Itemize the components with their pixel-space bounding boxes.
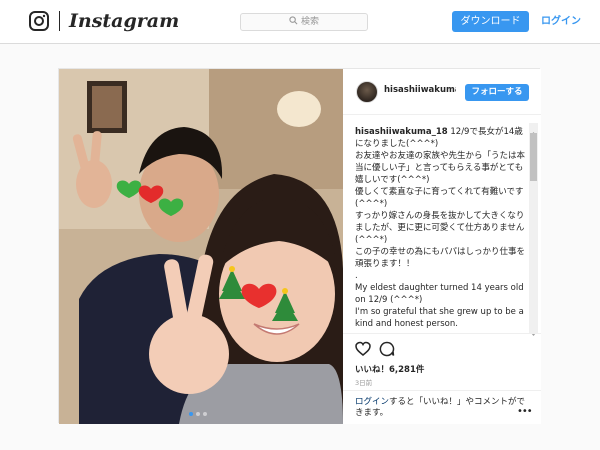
post-time[interactable]: 3日前 xyxy=(355,377,372,387)
search-placeholder: 検索 xyxy=(300,17,319,27)
top-nav: Instagram 検索 ダウンロード ログイン xyxy=(0,0,600,44)
caption-text: 12/9で長女が14歳になりました(^^^*) お友達やお友達の家族や先生から「… xyxy=(355,127,526,329)
scroll-down-arrow-icon[interactable] xyxy=(529,324,538,336)
comment-icon[interactable] xyxy=(379,341,395,357)
nav-divider xyxy=(59,11,60,31)
post-actions: いいね！6,281件 3日前 ログインすると「いいね！」やコメントができます。 … xyxy=(343,333,541,424)
login-link[interactable]: ログイン xyxy=(541,11,581,32)
login-prompt: ログインすると「いいね！」やコメントができます。 xyxy=(343,390,541,425)
likes-count[interactable]: いいね！6,281件 xyxy=(355,363,424,375)
follow-button[interactable]: フォローする xyxy=(465,84,529,101)
post-side-panel: hisashiiwakuma_18 フォローする hisashiiwakuma_… xyxy=(343,69,541,424)
instagram-camera-icon[interactable] xyxy=(29,11,49,31)
download-button[interactable]: ダウンロード xyxy=(452,11,529,32)
post-header: hisashiiwakuma_18 フォローする xyxy=(343,69,541,115)
scrollbar-thumb[interactable] xyxy=(530,133,537,181)
search-icon xyxy=(289,16,298,25)
scroll-up-arrow-icon[interactable] xyxy=(529,123,538,135)
caption-username[interactable]: hisashiiwakuma_18 xyxy=(355,127,448,137)
more-options-icon[interactable]: ••• xyxy=(517,406,533,417)
selfie-image xyxy=(59,69,343,424)
login-prompt-link[interactable]: ログイン xyxy=(355,397,389,407)
heart-icon[interactable] xyxy=(355,341,371,357)
post-caption: hisashiiwakuma_18 12/9で長女が14歳になりました(^^^*… xyxy=(355,126,527,330)
post-photo[interactable] xyxy=(59,69,343,424)
carousel-dots xyxy=(189,412,213,418)
instagram-logo[interactable]: Instagram xyxy=(69,8,179,34)
post-card: hisashiiwakuma_18 フォローする hisashiiwakuma_… xyxy=(58,68,541,424)
post-username[interactable]: hisashiiwakuma_18 xyxy=(384,85,456,99)
search-input[interactable]: 検索 xyxy=(240,13,368,31)
avatar[interactable] xyxy=(356,81,378,103)
caption-scrollbar[interactable] xyxy=(529,123,538,336)
